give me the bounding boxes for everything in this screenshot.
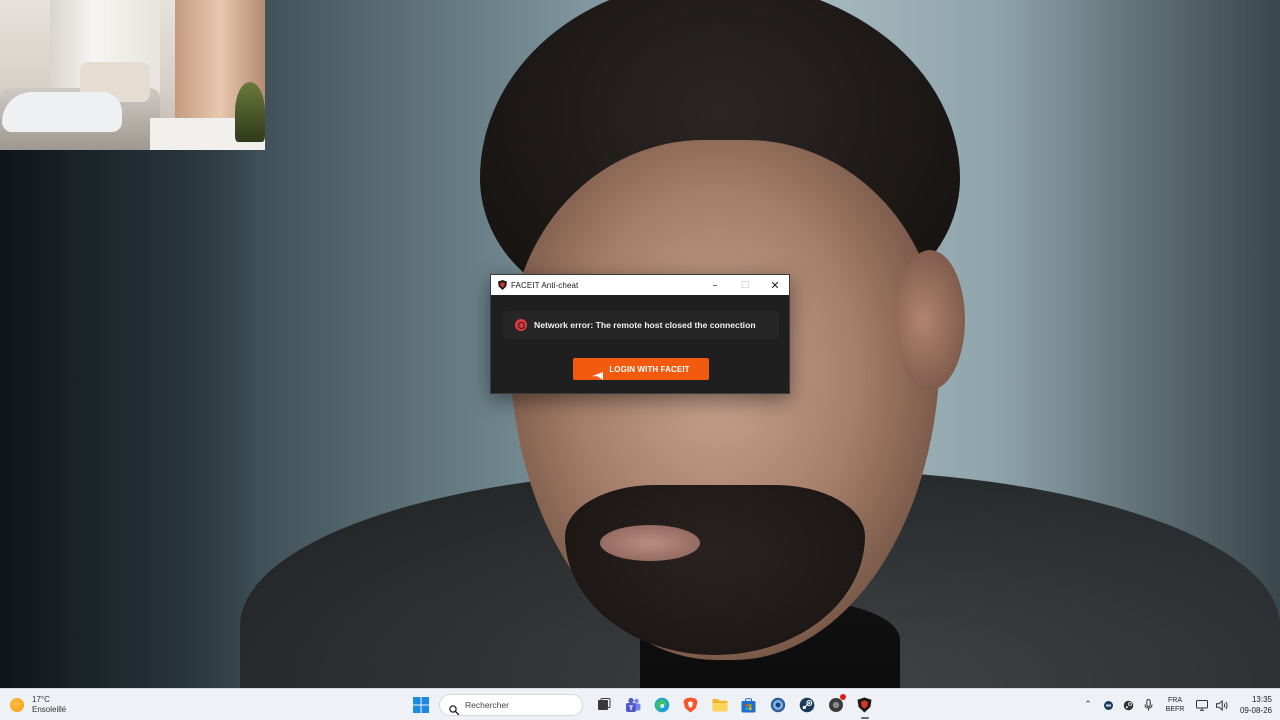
- network-icon[interactable]: [1192, 693, 1212, 717]
- search-placeholder: Rechercher: [465, 700, 509, 710]
- steam-icon[interactable]: [794, 692, 820, 718]
- maximize-button[interactable]: □: [730, 275, 760, 295]
- webcam-plant: [235, 82, 265, 142]
- weather-widget[interactable]: 17°C Ensoleillé: [10, 693, 66, 717]
- active-app-indicator: [860, 717, 869, 719]
- teams-icon[interactable]: T: [620, 692, 646, 718]
- notification-app-icon[interactable]: [823, 692, 849, 718]
- search-icon: [449, 700, 460, 716]
- brave-icon[interactable]: [678, 692, 704, 718]
- taskbar-pinned-area: Rechercher T: [406, 692, 879, 719]
- keyboard-layout: BEFR: [1165, 706, 1185, 713]
- tray-app-icon[interactable]: [1098, 693, 1118, 717]
- taskbar: 17°C Ensoleillé Rechercher T ⌃ FRA BEFR …: [0, 688, 1280, 720]
- globe-app-icon[interactable]: [765, 692, 791, 718]
- chevron-up-icon[interactable]: ⌃: [1078, 693, 1098, 717]
- minimize-button[interactable]: –: [700, 275, 730, 295]
- weather-condition: Ensoleillé: [32, 705, 67, 714]
- language-code: FRA: [1168, 697, 1182, 704]
- faceit-anticheat-icon[interactable]: [852, 692, 878, 719]
- clock-time: 13:35: [1251, 695, 1272, 704]
- weather-temperature: 17°C: [32, 695, 50, 704]
- sun-icon: [10, 698, 24, 712]
- edge-icon[interactable]: [649, 692, 675, 718]
- steam-tray-icon[interactable]: [1118, 693, 1138, 717]
- microphone-icon[interactable]: [1138, 693, 1158, 717]
- error-icon: [515, 319, 527, 331]
- error-message: Network error: The remote host closed th…: [534, 320, 756, 330]
- task-view-icon[interactable]: [591, 692, 617, 718]
- window-title: FACEIT Anti-cheat: [511, 280, 579, 290]
- clock[interactable]: 13:35 09-08-26: [1226, 694, 1272, 716]
- wallpaper-ear: [895, 250, 965, 390]
- close-button[interactable]: ✕: [760, 275, 790, 295]
- faceit-anticheat-dialog: FACEIT Anti-cheat – □ ✕ Network error: T…: [490, 274, 790, 394]
- wallpaper-lips: [600, 525, 700, 561]
- login-with-faceit-button[interactable]: LOGIN WITH FACEIT: [573, 358, 709, 380]
- dialog-titlebar[interactable]: FACEIT Anti-cheat – □ ✕: [491, 275, 789, 295]
- taskbar-search-box[interactable]: Rechercher: [439, 694, 583, 716]
- login-button-label: LOGIN WITH FACEIT: [609, 364, 690, 374]
- store-icon[interactable]: [736, 692, 762, 718]
- notification-badge: [839, 694, 846, 700]
- faceit-arrow-icon: [592, 365, 604, 380]
- webcam-overlay: [0, 0, 265, 150]
- webcam-blanket: [2, 92, 122, 132]
- file-explorer-icon[interactable]: [707, 692, 733, 718]
- error-panel: Network error: The remote host closed th…: [503, 311, 779, 339]
- language-indicator[interactable]: FRA BEFR: [1160, 696, 1190, 714]
- clock-date: 09-08-26: [1239, 706, 1272, 715]
- system-tray: ⌃ FRA BEFR: [1078, 692, 1232, 718]
- faceit-shield-icon: [497, 280, 507, 291]
- windows-start-icon[interactable]: [408, 692, 434, 718]
